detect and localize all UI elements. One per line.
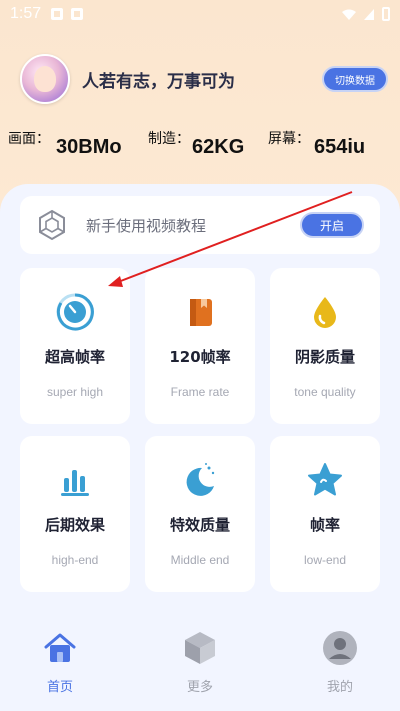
tutorial-bar[interactable]: 新手使用视频教程 开启 [20, 196, 380, 254]
user-icon [323, 631, 357, 665]
status-time: 1:57 [10, 5, 42, 22]
bar-chart-icon [55, 460, 95, 500]
stat-label: 制造： [148, 131, 190, 147]
card-subtitle: tone quality [294, 385, 356, 399]
motto-text: 人若有志，万事可为 [82, 71, 235, 92]
card-subtitle: high-end [51, 553, 99, 567]
card-shadow-quality[interactable]: 阴影质量 tone quality [270, 268, 380, 424]
hexagon-cube-icon [39, 209, 65, 241]
droplet-icon [305, 292, 345, 332]
wifi-icon [342, 9, 356, 20]
nav-label: 更多 [186, 680, 213, 695]
book-icon [180, 292, 220, 332]
card-super-high-fps[interactable]: 超高帧率 super high [20, 268, 130, 424]
avatar[interactable] [20, 54, 70, 104]
card-title: 超高帧率 [44, 348, 105, 366]
card-title: 阴影质量 [294, 348, 355, 366]
card-title: 帧率 [309, 516, 340, 534]
stat-label: 画面： [8, 131, 50, 147]
stat-value: 62KG [192, 136, 245, 158]
card-title: 后期效果 [44, 516, 105, 534]
nav-label: 我的 [326, 680, 353, 695]
avatar-face [34, 66, 56, 92]
battery-icon [382, 7, 390, 21]
app-notification-icon [71, 8, 84, 20]
gallery-notification-icon [51, 8, 64, 20]
cube-icon [185, 632, 215, 664]
card-subtitle: low-end [303, 553, 347, 567]
nav-home[interactable]: 首页 [20, 630, 100, 695]
stat-manufacture: 制造： 62KG [148, 122, 244, 159]
signal-icon [364, 8, 374, 20]
home-icon [44, 633, 76, 662]
card-frame-rate[interactable]: 帧率 low-end [270, 436, 380, 592]
card-title: 特效质量 [169, 516, 230, 534]
stat-label: 屏幕： [268, 131, 310, 147]
status-bar: 1:57 [0, 0, 400, 28]
card-subtitle: Frame rate [170, 385, 230, 399]
stat-value: 654iu [314, 136, 366, 158]
speed-gauge-icon [55, 292, 95, 332]
card-subtitle: Middle end [170, 553, 230, 567]
card-subtitle: super high [46, 385, 104, 399]
stat-value: 30BMo [56, 136, 122, 158]
nav-label: 首页 [46, 680, 73, 695]
stat-screen: 屏幕： 654iu [268, 122, 365, 159]
profile-header: 人若有志，万事可为 切换数据 [20, 52, 388, 106]
switch-data-button[interactable]: 切换数据 [322, 66, 388, 92]
tutorial-text: 新手使用视频教程 [86, 216, 207, 235]
star-icon [305, 460, 345, 500]
nav-more[interactable]: 更多 [160, 630, 240, 695]
stat-picture: 画面： 30BMo [8, 122, 122, 159]
card-effects-quality[interactable]: 特效质量 Middle end [145, 436, 255, 592]
card-title: 120帧率 [169, 348, 231, 366]
card-120-fps[interactable]: 120帧率 Frame rate [145, 268, 255, 424]
bottom-nav: 首页 更多 我的 [0, 630, 400, 710]
nav-mine[interactable]: 我的 [300, 630, 380, 695]
open-tutorial-button[interactable]: 开启 [300, 212, 364, 238]
stats-row: 画面： 30BMo 制造： 62KG 屏幕： 654iu [0, 122, 400, 162]
card-post-effects[interactable]: 后期效果 high-end [20, 436, 130, 592]
moon-icon [180, 460, 220, 500]
